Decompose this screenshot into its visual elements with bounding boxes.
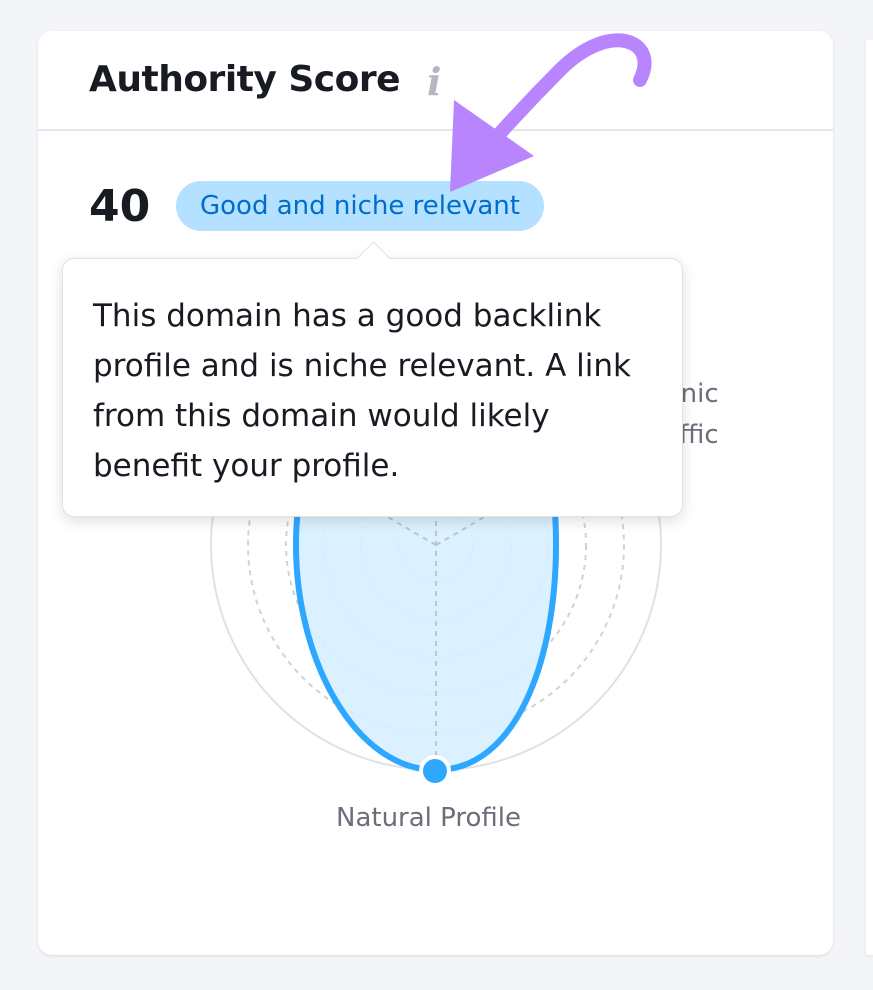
purple-pointer-arrow-icon: [450, 33, 652, 192]
